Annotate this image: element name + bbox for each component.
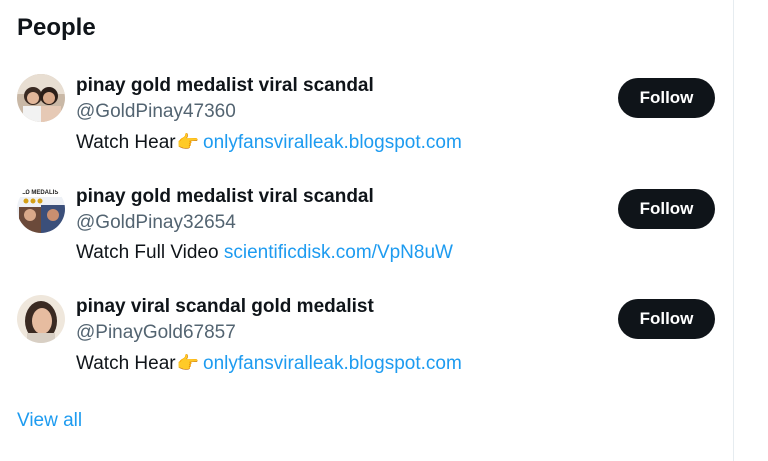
follow-button[interactable]: Follow — [618, 78, 715, 118]
bio-text: Watch Full Video — [76, 242, 224, 263]
bio-link[interactable]: onlyfansviralleak.blogspot.com — [203, 132, 462, 153]
view-all-link[interactable]: View all — [17, 408, 82, 434]
section-title: People — [17, 14, 96, 41]
person-handle[interactable]: @GoldPinay47360 — [76, 99, 596, 125]
follow-button[interactable]: Follow — [618, 189, 715, 229]
pointing-hand-icon: 👉 — [176, 132, 200, 152]
pointing-hand-icon: 👉 — [176, 353, 200, 373]
person-info: pinay gold medalist viral scandal @GoldP… — [76, 184, 596, 266]
person-row[interactable]: .LD MEDALIST pinay gold medalist viral s… — [0, 185, 734, 295]
bio-text: Watch Hear — [76, 353, 176, 374]
avatar[interactable] — [17, 74, 65, 122]
bio-text: Watch Hear — [76, 132, 176, 153]
person-bio: Watch Hear👉 onlyfansviralleak.blogspot.co… — [76, 350, 596, 377]
person-bio: Watch Hear👉 onlyfansviralleak.blogspot.co… — [76, 129, 596, 156]
person-handle[interactable]: @GoldPinay32654 — [76, 210, 596, 236]
people-panel: People pinay gold medalist viral scandal… — [0, 0, 734, 461]
person-handle[interactable]: @PinayGold67857 — [76, 320, 596, 346]
bio-link[interactable]: onlyfansviralleak.blogspot.com — [203, 353, 462, 374]
follow-button[interactable]: Follow — [618, 299, 715, 339]
person-row[interactable]: pinay gold medalist viral scandal @GoldP… — [0, 74, 734, 184]
person-row[interactable]: pinay viral scandal gold medalist @Pinay… — [0, 295, 734, 405]
avatar[interactable]: .LD MEDALIST — [17, 185, 65, 233]
person-name[interactable]: pinay gold medalist viral scandal — [76, 184, 596, 210]
svg-text:.LD MEDALIST: .LD MEDALIST — [20, 190, 62, 196]
bio-link[interactable]: scientificdisk.com/VpN8uW — [224, 242, 453, 263]
avatar[interactable] — [17, 295, 65, 343]
person-name[interactable]: pinay viral scandal gold medalist — [76, 294, 596, 320]
person-name[interactable]: pinay gold medalist viral scandal — [76, 73, 596, 99]
person-info: pinay viral scandal gold medalist @Pinay… — [76, 294, 596, 377]
person-info: pinay gold medalist viral scandal @GoldP… — [76, 73, 596, 156]
person-bio: Watch Full Video scientificdisk.com/VpN8… — [76, 240, 596, 266]
